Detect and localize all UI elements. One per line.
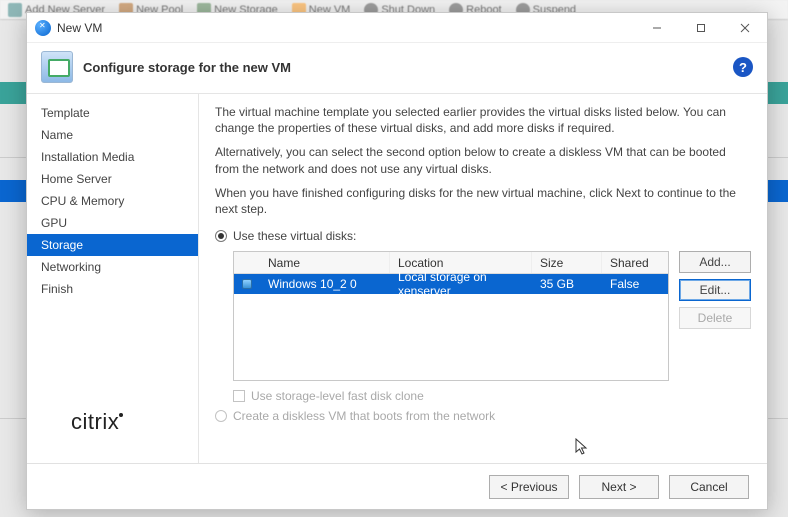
new-vm-dialog: New VM Configure storage for the new VM …: [26, 12, 768, 510]
sidebar-item-template[interactable]: Template: [27, 102, 198, 124]
description-1: The virtual machine template you selecte…: [215, 104, 751, 136]
minimize-button[interactable]: [635, 13, 679, 43]
checkbox-fast-disk-clone: Use storage-level fast disk clone: [233, 389, 751, 403]
virtual-disks-table[interactable]: Name Location Size Shared Windows 10_2 0…: [233, 251, 669, 381]
radio-diskless-vm: Create a diskless VM that boots from the…: [215, 409, 751, 423]
radio-label: Use these virtual disks:: [233, 229, 356, 243]
app-icon: [35, 20, 51, 36]
sidebar-item-gpu[interactable]: GPU: [27, 212, 198, 234]
cell-location: Local storage on xenserver: [390, 270, 532, 298]
delete-button: Delete: [679, 307, 751, 329]
description-2: Alternatively, you can select the second…: [215, 144, 751, 176]
checkbox-icon: [233, 390, 245, 402]
edit-button[interactable]: Edit...: [679, 279, 751, 301]
previous-button[interactable]: < Previous: [489, 475, 569, 499]
radio-use-virtual-disks[interactable]: Use these virtual disks:: [215, 229, 751, 243]
wizard-main: The virtual machine template you selecte…: [199, 94, 767, 463]
wizard-sidebar: Template Name Installation Media Home Se…: [27, 94, 199, 463]
col-shared[interactable]: Shared: [602, 252, 668, 273]
sidebar-item-storage[interactable]: Storage: [27, 234, 198, 256]
window-title: New VM: [57, 21, 102, 35]
cell-shared: False: [602, 277, 668, 291]
add-button[interactable]: Add...: [679, 251, 751, 273]
help-button[interactable]: ?: [733, 57, 753, 77]
next-button[interactable]: Next >: [579, 475, 659, 499]
cancel-button[interactable]: Cancel: [669, 475, 749, 499]
col-name[interactable]: Name: [260, 252, 390, 273]
description-3: When you have finished configuring disks…: [215, 185, 751, 217]
sidebar-item-name[interactable]: Name: [27, 124, 198, 146]
sidebar-item-networking[interactable]: Networking: [27, 256, 198, 278]
radio-label: Create a diskless VM that boots from the…: [233, 409, 495, 423]
citrix-logo: citrix: [71, 409, 123, 435]
page-title: Configure storage for the new VM: [83, 60, 291, 75]
radio-icon: [215, 410, 227, 422]
sidebar-item-finish[interactable]: Finish: [27, 278, 198, 300]
sidebar-item-home-server[interactable]: Home Server: [27, 168, 198, 190]
wizard-footer: < Previous Next > Cancel: [27, 463, 767, 509]
col-size[interactable]: Size: [532, 252, 602, 273]
disk-icon: [242, 279, 252, 289]
close-button[interactable]: [723, 13, 767, 43]
table-row[interactable]: Windows 10_2 0 Local storage on xenserve…: [234, 274, 668, 294]
wizard-header: Configure storage for the new VM ?: [27, 43, 767, 94]
sidebar-item-cpu-memory[interactable]: CPU & Memory: [27, 190, 198, 212]
sidebar-item-installation-media[interactable]: Installation Media: [27, 146, 198, 168]
titlebar: New VM: [27, 13, 767, 43]
cell-size: 35 GB: [532, 277, 602, 291]
checkbox-label: Use storage-level fast disk clone: [251, 389, 424, 403]
cell-name: Windows 10_2 0: [260, 277, 390, 291]
maximize-button[interactable]: [679, 13, 723, 43]
radio-icon: [215, 230, 227, 242]
storage-icon: [41, 51, 73, 83]
